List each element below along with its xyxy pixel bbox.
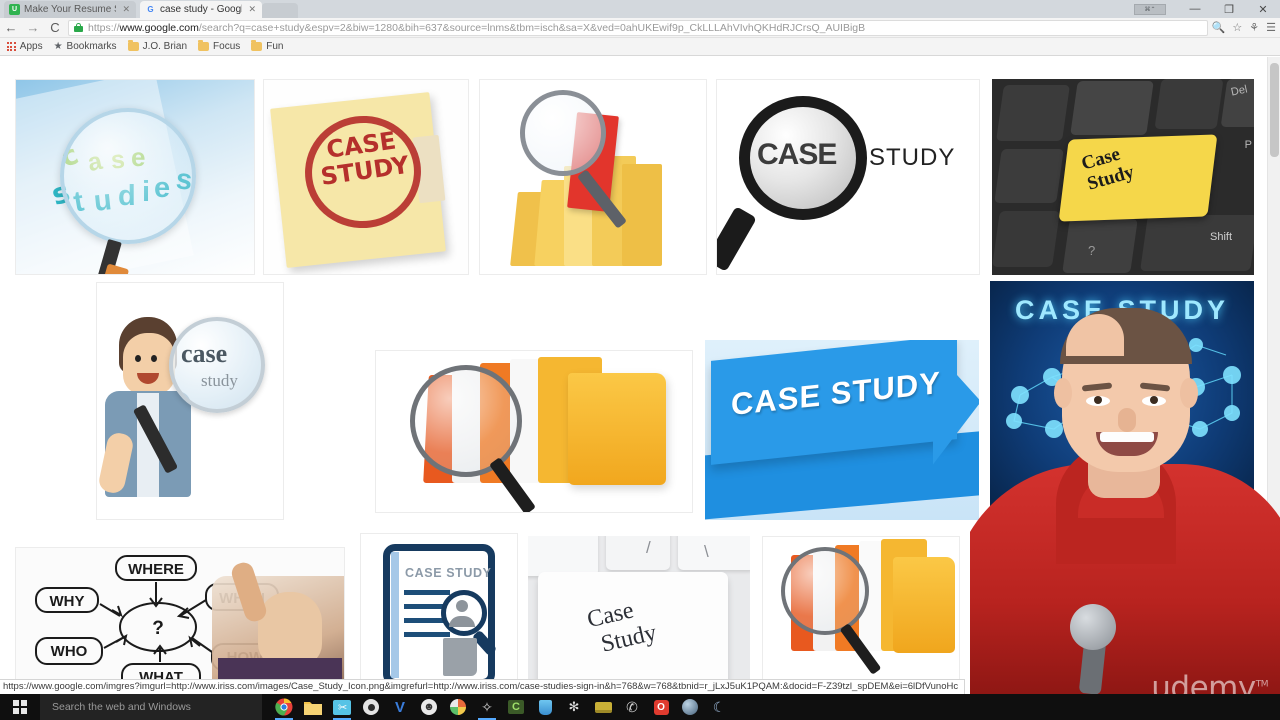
thumb-keyboard-yellow-key[interactable]: Case Study Del P Shift ? [992,79,1254,275]
steam-icon[interactable] [680,697,700,717]
thumb-text-case: CASE [757,138,837,171]
svg-text:?: ? [152,618,164,639]
bookmark-label: Focus [213,41,241,52]
notes-icon[interactable] [593,697,613,717]
close-icon[interactable]: ✕ [122,4,130,15]
taskbar-search-input[interactable]: Search the web and Windows [40,694,262,720]
svg-text:WHO: WHO [51,643,88,660]
url-path: /search?q=case+study&espv=2&biw=1280&bih… [198,21,866,34]
reload-button[interactable]: C [44,20,66,35]
thumb-orange-folders-magnifier[interactable] [375,350,693,513]
bookmark-label: Fun [266,41,284,52]
recycle-bin-icon[interactable] [535,697,555,717]
skype-icon[interactable]: ☻ [419,697,439,717]
forward-button[interactable]: → [22,20,44,35]
url-scheme: https:// [88,21,120,34]
thumb-orange-folders-magnifier-2[interactable] [762,536,960,680]
tab-strip: U Make Your Resume Stand ✕ G case study … [0,0,1280,18]
thumb-blue-arrow-sign[interactable]: CASE STUDY [705,340,979,520]
bookmark-star-icon[interactable]: ☆ [1232,21,1242,34]
thumb-text-case-study: CASE STUDY [405,566,492,580]
lock-icon [73,22,84,33]
maximize-button[interactable]: ❐ [1212,0,1246,18]
bookmark-label: J.O. Brian [142,41,188,52]
phone-icon[interactable]: ✆ [622,697,642,717]
udemy-icon: U [9,4,20,15]
bookmark-focus[interactable]: Focus [196,40,246,52]
file-explorer-icon[interactable] [303,697,323,717]
bookmark-label: Apps [19,41,43,52]
restore-badge-icon[interactable]: ⌘⌃ [1134,3,1166,15]
thumb-text-study: STUDY [869,144,956,171]
trademark-symbol: TM [1255,679,1269,690]
tab-case-study-google-search[interactable]: G case study - Google Searc ✕ [140,1,262,18]
tab-make-your-resume-stand[interactable]: U Make Your Resume Stand ✕ [4,1,136,18]
presenter-webcam-overlay [970,294,1280,694]
navigation-bar: ← → C https://www.google.com/search?q=ca… [0,18,1280,38]
omnibox-actions: 🔍 ☆ ⚘ ☰ [1212,21,1280,34]
svg-text:WHY: WHY [50,593,85,610]
search-icon[interactable]: 🔍 [1212,21,1226,34]
bookmark-fun[interactable]: Fun [249,40,289,52]
bookmark-apps[interactable]: Apps [5,41,49,52]
address-bar-url: https://www.google.com/search?q=case+stu… [88,21,865,35]
thumb-folders-magnifier-red[interactable] [479,79,707,275]
link-status-bar: https://www.google.com/imgres?imgurl=htt… [0,679,966,694]
url-host: www.google.com [119,21,199,34]
minimize-button[interactable]: — [1178,0,1212,18]
menu-icon[interactable]: ☰ [1266,21,1276,34]
thumb-text-case: case [181,339,228,368]
star-icon: ★ [53,41,63,52]
folder-icon [198,40,210,51]
camtasia-studio-icon[interactable]: C [506,697,526,717]
opera-icon[interactable]: O [651,697,671,717]
fan-icon[interactable]: ✧ [477,697,497,720]
thumb-whiteboard-5w[interactable]: WHERE WHY WHEN WHO WHAT HOW ? [15,547,345,680]
windows-logo-icon [13,700,27,714]
search-placeholder: Search the web and Windows [52,701,191,713]
thumb-cartoon-man-magnifier[interactable]: case study [96,282,284,520]
bookmark-jo-brian[interactable]: J.O. Brian [126,40,193,52]
snipping-tool-icon[interactable]: ✂ [332,697,352,720]
chrome-icon[interactable] [274,697,294,720]
thumb-white-keyboard-key[interactable]: / \ Case Study [528,536,750,680]
address-bar[interactable]: https://www.google.com/search?q=case+stu… [68,19,1208,36]
close-icon[interactable]: ✕ [248,4,256,15]
moon-icon[interactable]: ☾ [709,697,729,717]
paint-icon[interactable]: ✻ [564,697,584,717]
close-button[interactable]: ✕ [1246,0,1280,18]
thumb-text-study: study [201,371,238,390]
apps-grid-icon [7,42,16,51]
svg-text:WHERE: WHERE [128,561,184,578]
camtasia-icon[interactable]: V [390,697,410,717]
browser-window: U Make Your Resume Stand ✕ G case study … [0,0,1280,720]
folder-icon [127,40,139,51]
bookmarks-bar: Apps ★ Bookmarks J.O. Brian Focus Fun [0,38,1280,56]
thumb-case-study-folder-stamp[interactable]: CASE STUDY [263,79,469,275]
bookmark-label: Bookmarks [66,41,117,52]
start-button[interactable] [0,694,40,720]
tab-title: case study - Google Searc [160,4,242,15]
window-controls: ⌘⌃ — ❐ ✕ [1134,0,1280,18]
tab-title: Make Your Resume Stand [24,4,116,15]
scrollbar-thumb[interactable] [1270,63,1279,157]
google-icon: G [147,5,154,14]
thumb-case-study-magnifier-logo[interactable]: CASE STUDY [716,79,980,275]
back-button[interactable]: ← [0,20,22,35]
webcam-icon[interactable] [361,697,381,717]
folder-icon [251,40,263,51]
thumb-text-shift: Shift [1209,231,1232,243]
thumb-iriss-case-study-icon[interactable]: CASE STUDY 768 × 768 - iriss.com [360,533,518,680]
extension-icon[interactable]: ⚘ [1249,21,1259,34]
bookmark-bookmarks[interactable]: ★ Bookmarks [52,41,123,52]
new-tab-button[interactable] [262,3,298,18]
photos-icon[interactable] [448,697,468,717]
windows-taskbar: Search the web and Windows ✂ V ☻ ✧ C ✻ ✆… [0,694,1280,720]
thumb-case-studies-magnifier[interactable]: c a s e s t u d i e s [15,79,255,275]
taskbar-items: ✂ V ☻ ✧ C ✻ ✆ O ☾ [262,694,729,720]
